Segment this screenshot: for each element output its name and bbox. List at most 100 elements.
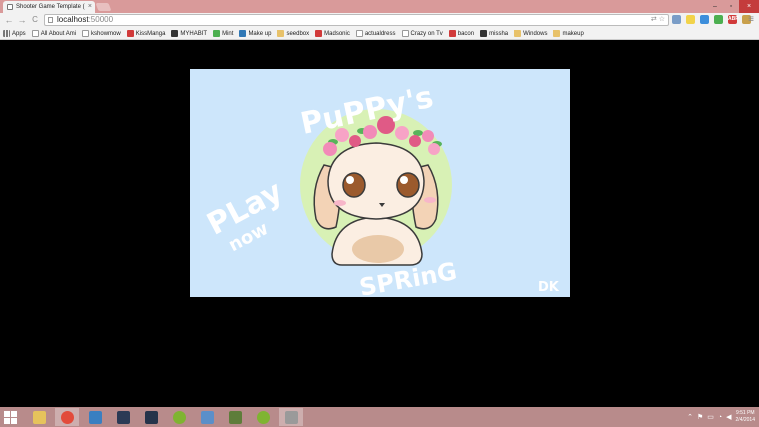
- pinned-apps: [27, 408, 303, 426]
- folder-icon: [553, 30, 561, 37]
- minimize-button[interactable]: –: [707, 0, 723, 13]
- taskbar-button[interactable]: [251, 408, 275, 426]
- bookmark-label: seedbox: [286, 30, 310, 37]
- page-icon: [82, 30, 90, 37]
- madsonic-icon: [315, 30, 323, 37]
- game-canvas[interactable]: PuPPy's SPRinG PLay now DK: [190, 69, 570, 297]
- bookmark-item[interactable]: missha: [480, 30, 508, 37]
- bookmark-item[interactable]: Mint: [213, 30, 233, 37]
- folder-icon: [277, 30, 285, 37]
- taskbar-button[interactable]: [55, 408, 79, 426]
- back-button[interactable]: ←: [3, 14, 15, 26]
- adblock-extension-icon[interactable]: ABP: [728, 15, 739, 24]
- game-title-screen: PuPPy's SPRinG PLay now DK: [201, 80, 560, 297]
- bookmark-item[interactable]: All About Ami: [31, 30, 77, 37]
- folder-icon: [514, 30, 522, 37]
- bookmark-item[interactable]: bacon: [448, 30, 475, 37]
- extension-icons: ABP: [672, 15, 751, 24]
- flag-icon[interactable]: ⚑: [697, 413, 703, 421]
- bookmark-label: Crazy on Tv: [410, 30, 443, 37]
- bookmark-star-icon[interactable]: ☆: [659, 16, 665, 24]
- manga-icon: [126, 30, 134, 37]
- clock-time: 9:51 PM: [735, 410, 755, 416]
- bookmark-item[interactable]: Madsonic: [315, 30, 350, 37]
- bookmark-item[interactable]: actualdress: [355, 30, 396, 37]
- bookmark-item[interactable]: makeup: [553, 30, 584, 37]
- volume-icon[interactable]: ◀: [726, 413, 731, 421]
- bookmark-label: kshowmow: [91, 30, 121, 37]
- bookmark-label: bacon: [457, 30, 475, 37]
- maximize-button[interactable]: ▫: [723, 0, 739, 13]
- steam-icon: [144, 410, 158, 424]
- windows-taskbar: ⌃ ⚑ ▭ ◔ ◀ 9:51 PM 2/4/2014: [0, 407, 759, 427]
- settings-app-icon: [284, 410, 298, 424]
- notes-extension-icon[interactable]: [686, 15, 695, 24]
- address-bar[interactable]: localhost:50000 ⇄ ☆: [44, 14, 669, 26]
- translate-icon[interactable]: [672, 15, 681, 24]
- bookmark-item[interactable]: seedbox: [277, 30, 309, 37]
- taskbar-button[interactable]: [223, 408, 247, 426]
- bookmark-label: KissManga: [135, 30, 166, 37]
- right-eye: [396, 172, 420, 198]
- new-tab-button[interactable]: [95, 3, 112, 11]
- bookmark-label: actualdress: [364, 30, 396, 37]
- browser-toolbar: ← → C localhost:50000 ⇄ ☆ ABP ≡: [0, 13, 759, 28]
- network-icon[interactable]: ▭: [707, 413, 714, 421]
- bacon-icon: [448, 30, 456, 37]
- skype-extension-icon[interactable]: [700, 15, 709, 24]
- myhabit-icon: [171, 30, 179, 37]
- tab-favicon-icon: [7, 4, 13, 10]
- mint-leaf-icon: [213, 30, 221, 37]
- page-icon: [355, 30, 363, 37]
- bookmark-item[interactable]: Make up: [239, 30, 271, 37]
- url-host: localhost: [57, 15, 89, 24]
- taskbar-button[interactable]: [27, 408, 51, 426]
- artist-signature: DK: [538, 280, 560, 295]
- taskbar-button[interactable]: [279, 408, 303, 426]
- bookmark-label: Apps: [12, 30, 26, 37]
- tab-close-icon[interactable]: ×: [88, 1, 92, 13]
- windows-start-icon[interactable]: [4, 411, 17, 424]
- tray-chevron-icon[interactable]: ⌃: [687, 413, 693, 421]
- bookmark-item[interactable]: Apps: [3, 30, 26, 37]
- taskbar-button[interactable]: [195, 408, 219, 426]
- chrome-menu-button[interactable]: ≡: [745, 14, 757, 26]
- missha-icon: [480, 30, 488, 37]
- taskbar-clock[interactable]: 9:51 PM 2/4/2014: [736, 410, 755, 424]
- tab-title: Shooter Game Template (: [16, 4, 85, 10]
- bookmark-item[interactable]: kshowmow: [82, 30, 121, 37]
- page-icon: [31, 30, 39, 37]
- translate-icon[interactable]: ⇄: [651, 16, 657, 24]
- reload-button[interactable]: C: [29, 14, 41, 26]
- minecraft-icon: [228, 410, 242, 424]
- taskbar-button[interactable]: [139, 408, 163, 426]
- omnibox-actions: ⇄ ☆: [651, 16, 665, 24]
- close-window-button[interactable]: ×: [739, 0, 759, 13]
- bookmark-label: MYHABIT: [180, 30, 208, 37]
- browser-title-bar: Shooter Game Template ( × – ▫ ×: [0, 0, 759, 13]
- taskbar-button[interactable]: [111, 408, 135, 426]
- browser-tab[interactable]: Shooter Game Template ( ×: [3, 1, 95, 13]
- network-app-icon: [200, 410, 214, 424]
- bookmark-item[interactable]: KissManga: [126, 30, 166, 37]
- forward-button[interactable]: →: [16, 14, 28, 26]
- left-eye: [342, 172, 366, 198]
- bookmark-item[interactable]: MYHABIT: [171, 30, 207, 37]
- bookmark-label: makeup: [562, 30, 584, 37]
- evernote-extension-icon[interactable]: [714, 15, 723, 24]
- page-info-icon[interactable]: [48, 17, 53, 23]
- play-now-button[interactable]: PLay now: [201, 174, 288, 256]
- bookmarks-bar: Apps All About Ami kshowmow KissManga MYHABI…: [0, 28, 759, 40]
- taskbar-button[interactable]: [83, 408, 107, 426]
- wifi-icon[interactable]: ◔: [718, 414, 722, 421]
- bookmark-label: Mint: [222, 30, 234, 37]
- bookmark-item[interactable]: Windows: [514, 30, 547, 37]
- bookmark-label: Windows: [523, 30, 548, 37]
- bookmark-item[interactable]: Crazy on Tv: [401, 30, 443, 37]
- taskbar-button[interactable]: [167, 408, 191, 426]
- bookmark-label: All About Ami: [40, 30, 77, 37]
- wordpress-icon: [239, 30, 247, 37]
- bookmark-label: Madsonic: [324, 30, 350, 37]
- spotify-icon: [172, 410, 186, 424]
- file-explorer-icon: [32, 410, 46, 424]
